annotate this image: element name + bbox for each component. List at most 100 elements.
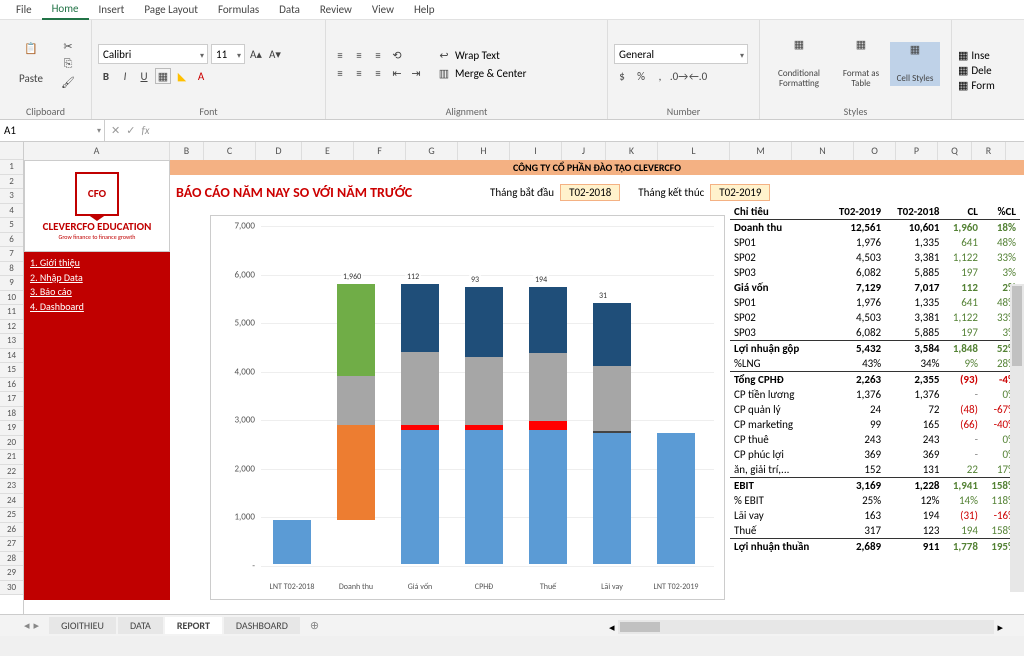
- menu-help[interactable]: Help: [404, 0, 445, 19]
- table-row[interactable]: Lợi nhuận thuần2,6899111,778195%: [730, 539, 1020, 555]
- table-row[interactable]: CP quản lý2472(48)-67%: [730, 402, 1020, 417]
- tab-prev-icon[interactable]: ◂: [24, 619, 30, 632]
- sidebar-link[interactable]: 1. Giới thiệu: [30, 256, 164, 271]
- row-header[interactable]: 26: [0, 523, 23, 538]
- row-header[interactable]: 13: [0, 334, 23, 349]
- row-header[interactable]: 25: [0, 508, 23, 523]
- sheet-tab[interactable]: DASHBOARD: [224, 617, 300, 634]
- col-header[interactable]: E: [302, 142, 354, 160]
- row-header[interactable]: 16: [0, 378, 23, 393]
- row-header[interactable]: 10: [0, 291, 23, 306]
- menu-insert[interactable]: Insert: [89, 0, 135, 19]
- row-header[interactable]: 27: [0, 537, 23, 552]
- name-box[interactable]: A1: [0, 120, 105, 142]
- font-size-combo[interactable]: 11: [211, 44, 245, 64]
- table-row[interactable]: ăn, giải trí,...1521312217%: [730, 462, 1020, 478]
- format-as-table-button[interactable]: ▦Format as Table: [836, 37, 886, 91]
- orientation-icon[interactable]: ⟲: [389, 47, 405, 63]
- menu-home[interactable]: Home: [42, 0, 89, 20]
- fill-color-icon[interactable]: ◣: [174, 68, 190, 84]
- sidebar-link[interactable]: 3. Báo cáo: [30, 285, 164, 300]
- row-header[interactable]: 23: [0, 479, 23, 494]
- row-header[interactable]: 2: [0, 175, 23, 190]
- col-header[interactable]: B: [170, 142, 204, 160]
- table-row[interactable]: %LNG43%34%9%28%: [730, 356, 1020, 372]
- row-header[interactable]: 8: [0, 262, 23, 277]
- row-header[interactable]: 21: [0, 450, 23, 465]
- decrease-decimal-icon[interactable]: ←.0: [690, 68, 706, 84]
- sheet-tab[interactable]: GIOITHIEU: [49, 617, 116, 634]
- row-header[interactable]: 22: [0, 465, 23, 480]
- col-header[interactable]: Q: [938, 142, 972, 160]
- col-header[interactable]: H: [458, 142, 510, 160]
- add-sheet-button[interactable]: ⊕: [302, 619, 327, 632]
- menu-view[interactable]: View: [362, 0, 404, 19]
- table-row[interactable]: CP thuê243243-0%: [730, 432, 1020, 447]
- sidebar-link[interactable]: 2. Nhập Data: [30, 271, 164, 286]
- font-name-combo[interactable]: Calibri: [98, 44, 208, 64]
- table-row[interactable]: SP011,9761,33564148%: [730, 295, 1020, 310]
- currency-icon[interactable]: $: [614, 68, 630, 84]
- row-header[interactable]: 9: [0, 276, 23, 291]
- col-header[interactable]: F: [354, 142, 406, 160]
- conditional-formatting-button[interactable]: ▦Conditional Formatting: [766, 37, 832, 91]
- table-row[interactable]: SP011,9761,33564148%: [730, 235, 1020, 250]
- increase-decimal-icon[interactable]: .0→: [671, 68, 687, 84]
- col-header[interactable]: G: [406, 142, 458, 160]
- align-right-icon[interactable]: ≡: [370, 65, 386, 81]
- sheet-tab[interactable]: DATA: [118, 617, 163, 634]
- align-top-icon[interactable]: ≡: [332, 47, 348, 63]
- table-row[interactable]: Thuế317123194158%: [730, 523, 1020, 539]
- col-header[interactable]: D: [256, 142, 302, 160]
- row-header[interactable]: 29: [0, 566, 23, 581]
- font-color-icon[interactable]: A: [193, 68, 209, 84]
- row-header[interactable]: 6: [0, 233, 23, 248]
- table-row[interactable]: CP tiền lương1,3761,376-0%: [730, 387, 1020, 402]
- italic-icon[interactable]: I: [117, 68, 133, 84]
- table-row[interactable]: SP036,0825,8851973%: [730, 265, 1020, 280]
- row-header[interactable]: 14: [0, 349, 23, 364]
- row-header[interactable]: 19: [0, 421, 23, 436]
- decrease-indent-icon[interactable]: ⇤: [389, 65, 405, 81]
- col-header[interactable]: O: [854, 142, 896, 160]
- table-row[interactable]: CP phúc lợi369369-0%: [730, 447, 1020, 462]
- table-row[interactable]: SP024,5033,3811,12233%: [730, 250, 1020, 265]
- align-center-icon[interactable]: ≡: [351, 65, 367, 81]
- col-header[interactable]: N: [792, 142, 854, 160]
- start-period[interactable]: T02-2018: [560, 184, 620, 201]
- col-header[interactable]: L: [658, 142, 730, 160]
- table-row[interactable]: SP024,5033,3811,12233%: [730, 310, 1020, 325]
- number-format-combo[interactable]: General: [614, 44, 748, 64]
- row-header[interactable]: 11: [0, 305, 23, 320]
- row-header[interactable]: 1: [0, 160, 23, 175]
- delete-button[interactable]: ▦ Dele: [958, 64, 995, 77]
- row-header[interactable]: 15: [0, 363, 23, 378]
- sidebar-link[interactable]: 4. Dashboard: [30, 300, 164, 315]
- percent-icon[interactable]: %: [633, 68, 649, 84]
- table-row[interactable]: Lợi nhuận gộp5,4323,5841,84852%: [730, 341, 1020, 357]
- paste-button[interactable]: 📋 Paste: [6, 41, 56, 87]
- table-row[interactable]: Lãi vay163194(31)-16%: [730, 508, 1020, 523]
- insert-button[interactable]: ▦ Inse: [958, 49, 995, 62]
- align-middle-icon[interactable]: ≡: [351, 47, 367, 63]
- row-header[interactable]: 28: [0, 552, 23, 567]
- table-row[interactable]: CP marketing99165(66)-40%: [730, 417, 1020, 432]
- cut-icon[interactable]: ✂: [60, 38, 76, 54]
- format-painter-icon[interactable]: 🖌: [60, 74, 76, 90]
- row-header[interactable]: 20: [0, 436, 23, 451]
- fx-icon[interactable]: fx: [141, 124, 149, 137]
- col-header[interactable]: J: [562, 142, 606, 160]
- copy-icon[interactable]: ⎘: [60, 56, 76, 72]
- row-header[interactable]: 7: [0, 247, 23, 262]
- merge-center-button[interactable]: Merge & Center: [455, 67, 527, 80]
- format-button[interactable]: ▦ Form: [958, 79, 995, 92]
- row-header[interactable]: 24: [0, 494, 23, 509]
- menu-formulas[interactable]: Formulas: [208, 0, 269, 19]
- menu-page-layout[interactable]: Page Layout: [134, 0, 208, 19]
- comma-icon[interactable]: ,: [652, 68, 668, 84]
- col-header[interactable]: I: [510, 142, 562, 160]
- end-period[interactable]: T02-2019: [710, 184, 770, 201]
- table-row[interactable]: SP036,0825,8851973%: [730, 325, 1020, 341]
- table-row[interactable]: Doanh thu12,56110,6011,96018%: [730, 220, 1020, 236]
- table-row[interactable]: % EBIT25%12%14%118%: [730, 493, 1020, 508]
